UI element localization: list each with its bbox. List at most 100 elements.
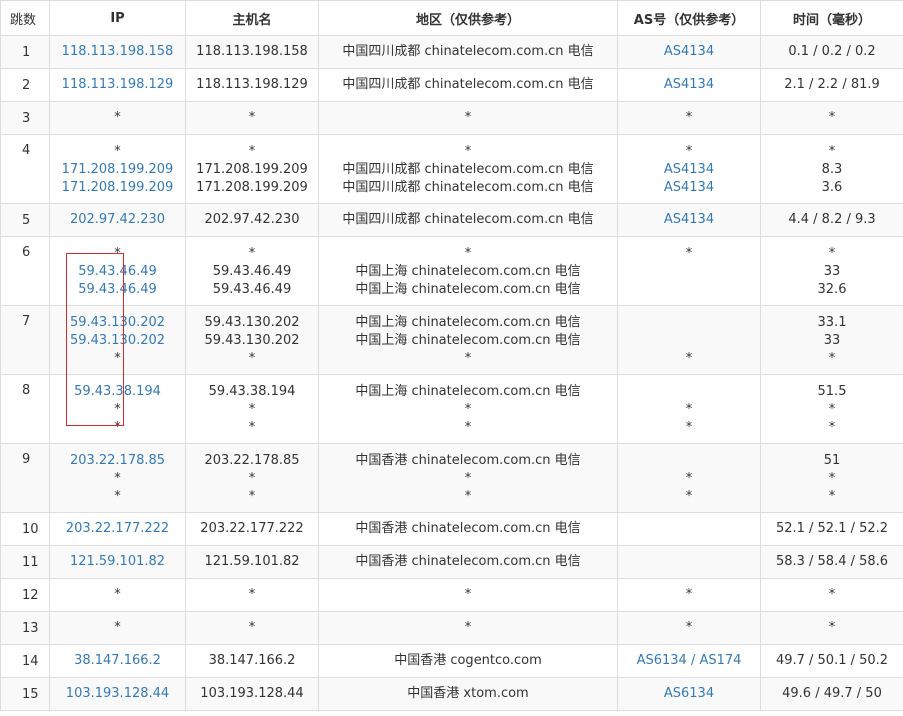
ip-cell: 203.22.177.222 bbox=[49, 512, 186, 546]
hostname-value: * bbox=[248, 245, 256, 261]
time-value: 8.3 bbox=[821, 161, 843, 177]
asn-value: * bbox=[685, 620, 693, 635]
asn-value: * bbox=[685, 488, 693, 504]
hostname-value: * bbox=[248, 110, 256, 125]
ip-link[interactable]: 203.22.177.222 bbox=[50, 513, 185, 545]
asn-value bbox=[618, 513, 760, 545]
table-row: 3 * * * * * bbox=[0, 101, 903, 135]
ip-link[interactable]: 121.59.101.82 bbox=[50, 546, 185, 578]
header-hop: 跳数 bbox=[0, 0, 50, 36]
table-row: 11 121.59.101.82 121.59.101.82 中国香港 chinate… bbox=[0, 545, 903, 579]
asn-value: * bbox=[685, 401, 693, 417]
asn-cell bbox=[617, 512, 761, 546]
time-cell: 33.1 33 * bbox=[760, 305, 903, 375]
ip-link[interactable]: 203.22.178.85 bbox=[50, 452, 185, 470]
hostname-value: 59.43.46.49 bbox=[212, 281, 292, 297]
asn-link[interactable]: AS4134 bbox=[618, 161, 760, 179]
asn-value: * bbox=[685, 110, 693, 125]
region-value: * bbox=[464, 620, 472, 635]
time-cell: 0.1 / 0.2 / 0.2 bbox=[760, 35, 903, 69]
table-row: 6 * 59.43.46.49 59.43.46.49 * 59.43.46.49 59.4… bbox=[0, 236, 903, 306]
hostname-value: * bbox=[248, 350, 256, 366]
hostname-cell: 38.147.166.2 bbox=[185, 644, 319, 678]
time-cell: * bbox=[760, 578, 903, 612]
hostname-cell: 59.43.38.194 * * bbox=[185, 374, 319, 444]
hostname-cell: * bbox=[185, 578, 319, 612]
hop-cell: 4 bbox=[0, 134, 50, 204]
hostname-cell: 118.113.198.158 bbox=[185, 35, 319, 69]
hop-cell: 15 bbox=[0, 677, 50, 711]
asn-cell: * bbox=[617, 236, 761, 306]
ip-cell: 203.22.178.85 * * bbox=[49, 443, 186, 513]
time-value: 32.6 bbox=[817, 281, 847, 297]
asn-link[interactable]: AS6134 bbox=[618, 678, 760, 710]
ip-link[interactable]: 59.43.46.49 bbox=[50, 263, 185, 281]
asn-link[interactable]: AS4134 bbox=[618, 179, 760, 197]
time-value: 51 bbox=[823, 452, 841, 468]
time-value: * bbox=[828, 245, 836, 261]
table-row: 12 * * * * * bbox=[0, 578, 903, 612]
region-value: 中国上海 chinatelecom.com.cn 电信 bbox=[355, 314, 581, 330]
ip-link[interactable]: 59.43.130.202 bbox=[50, 314, 185, 332]
region-value: 中国四川成都 chinatelecom.com.cn 电信 bbox=[342, 44, 594, 59]
ip-cell: 121.59.101.82 bbox=[49, 545, 186, 579]
asn-value: * bbox=[685, 470, 693, 486]
table-header-row: 跳数 IP 主机名 地区（仅供参考） AS号（仅供参考） 时间（毫秒） bbox=[0, 0, 903, 36]
time-value: * bbox=[828, 401, 836, 417]
ip-cell: 103.193.128.44 bbox=[49, 677, 186, 711]
asn-cell: AS6134 bbox=[617, 677, 761, 711]
hostname-value: 59.43.38.194 bbox=[208, 383, 296, 399]
hop-cell: 2 bbox=[0, 68, 50, 102]
region-value: * bbox=[464, 470, 472, 486]
region-value: * bbox=[464, 419, 472, 435]
region-value: 中国香港 xtom.com bbox=[407, 686, 529, 701]
ip-cell: * 59.43.46.49 59.43.46.49 bbox=[49, 236, 186, 306]
hostname-value: * bbox=[248, 401, 256, 417]
asn-link[interactable]: AS4134 bbox=[618, 69, 760, 101]
region-value: 中国香港 chinatelecom.com.cn 电信 bbox=[355, 521, 581, 536]
region-value: 中国上海 chinatelecom.com.cn 电信 bbox=[355, 263, 581, 279]
table-row: 8 59.43.38.194 * * 59.43.38.194 * * 中国上海 chinat… bbox=[0, 374, 903, 444]
ip-cell: * bbox=[49, 101, 186, 135]
time-value: 33 bbox=[823, 263, 841, 279]
header-ip: IP bbox=[49, 0, 186, 36]
hop-cell: 8 bbox=[0, 374, 50, 444]
table-row: 9 203.22.178.85 * * 203.22.178.85 * * 中国香港 chin… bbox=[0, 443, 903, 513]
region-value: 中国香港 cogentco.com bbox=[394, 653, 542, 668]
asn-value bbox=[618, 452, 760, 470]
asn-cell: AS4134 bbox=[617, 35, 761, 69]
region-value: * bbox=[464, 587, 472, 602]
ip-link[interactable]: 118.113.198.129 bbox=[50, 69, 185, 101]
region-value: 中国上海 chinatelecom.com.cn 电信 bbox=[355, 383, 581, 399]
table-row: 15 103.193.128.44 103.193.128.44 中国香港 xtom.… bbox=[0, 677, 903, 711]
ip-link[interactable]: 103.193.128.44 bbox=[50, 678, 185, 710]
ip-link[interactable]: 59.43.130.202 bbox=[50, 332, 185, 350]
hop-cell: 6 bbox=[0, 236, 50, 306]
asn-value bbox=[618, 314, 760, 332]
region-value: 中国四川成都 chinatelecom.com.cn 电信 bbox=[342, 77, 594, 92]
ip-link[interactable]: 171.208.199.209 bbox=[50, 179, 185, 197]
asn-link[interactable]: AS6134 / AS174 bbox=[618, 645, 760, 677]
ip-link[interactable]: 171.208.199.209 bbox=[50, 161, 185, 179]
asn-link[interactable]: AS4134 bbox=[618, 204, 760, 236]
ip-link[interactable]: 202.97.42.230 bbox=[50, 204, 185, 236]
hostname-value: 59.43.46.49 bbox=[212, 263, 292, 279]
time-value: 3.6 bbox=[821, 179, 843, 195]
ip-link[interactable]: 38.147.166.2 bbox=[50, 645, 185, 677]
ip-link[interactable]: 59.43.38.194 bbox=[50, 383, 185, 401]
time-cell: 52.1 / 52.1 / 52.2 bbox=[760, 512, 903, 546]
asn-link[interactable]: AS4134 bbox=[618, 36, 760, 68]
time-cell: * bbox=[760, 101, 903, 135]
region-value: 中国香港 chinatelecom.com.cn 电信 bbox=[355, 452, 581, 468]
region-value: * bbox=[464, 245, 472, 261]
ip-link[interactable]: 118.113.198.158 bbox=[50, 36, 185, 68]
hop-cell: 11 bbox=[0, 545, 50, 579]
ip-value: * bbox=[114, 620, 121, 635]
time-value: 49.7 / 50.1 / 50.2 bbox=[775, 653, 889, 668]
ip-cell: 118.113.198.129 bbox=[49, 68, 186, 102]
ip-cell: 118.113.198.158 bbox=[49, 35, 186, 69]
ip-link[interactable]: 59.43.46.49 bbox=[50, 281, 185, 299]
header-time: 时间（毫秒） bbox=[760, 0, 903, 36]
time-value: * bbox=[828, 350, 836, 366]
ip-cell: 59.43.130.202 59.43.130.202 * bbox=[49, 305, 186, 375]
